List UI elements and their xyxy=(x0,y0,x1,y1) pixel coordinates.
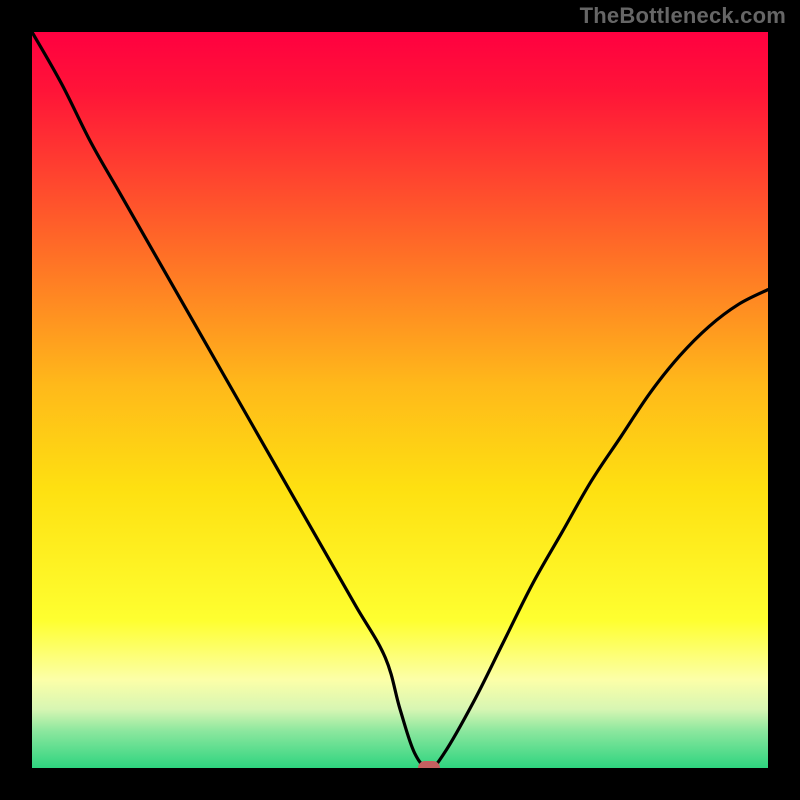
watermark-text: TheBottleneck.com xyxy=(580,3,786,29)
optimal-point-marker xyxy=(418,761,440,768)
plot-area xyxy=(32,32,768,768)
bottleneck-curve xyxy=(32,32,768,768)
chart-frame: TheBottleneck.com xyxy=(0,0,800,800)
